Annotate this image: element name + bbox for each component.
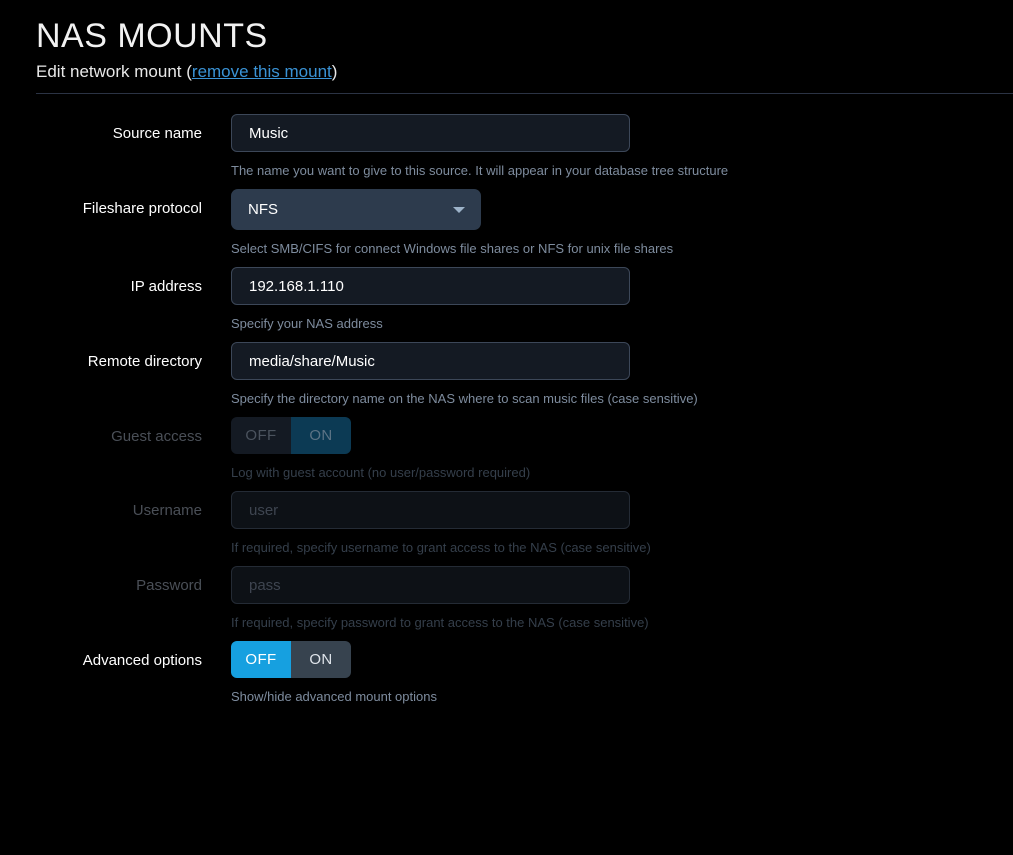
field-source-name: Source name The name you want to give to…: [0, 105, 1013, 180]
page-subtitle: Edit network mount (remove this mount): [36, 60, 1013, 84]
ip-address-input[interactable]: [231, 267, 630, 305]
password-input[interactable]: [231, 566, 630, 604]
ip-address-label: IP address: [130, 278, 202, 295]
ip-address-help: Specify your NAS address: [231, 316, 383, 331]
guest-access-help: Log with guest account (no user/password…: [231, 465, 531, 480]
field-username: Username If required, specify username t…: [0, 482, 1013, 557]
guest-access-toggle[interactable]: OFF ON: [231, 417, 351, 454]
page-title: NAS MOUNTS: [36, 17, 268, 55]
advanced-options-toggle[interactable]: OFF ON: [231, 641, 351, 678]
subtitle-suffix: ): [331, 62, 338, 81]
username-label: Username: [132, 502, 202, 519]
password-help: If required, specify password to grant a…: [231, 615, 649, 630]
field-password: Password If required, specify password t…: [0, 557, 1013, 632]
subtitle-prefix: Edit network mount (: [36, 62, 192, 81]
source-name-label: Source name: [112, 125, 202, 142]
header-divider: [36, 93, 1013, 94]
guest-access-label: Guest access: [111, 428, 202, 445]
field-ip-address: IP address Specify your NAS address: [0, 258, 1013, 333]
advanced-options-off-option[interactable]: OFF: [231, 641, 291, 678]
fileshare-protocol-label: Fileshare protocol: [82, 200, 202, 217]
remove-this-mount-link[interactable]: remove this mount: [192, 62, 332, 81]
guest-access-on-option[interactable]: ON: [291, 417, 351, 454]
field-fileshare-protocol: Fileshare protocol NFS Select SMB/CIFS f…: [0, 180, 1013, 258]
field-remote-directory: Remote directory Specify the directory n…: [0, 333, 1013, 408]
fileshare-protocol-select[interactable]: NFS: [231, 189, 481, 230]
source-name-help: The name you want to give to this source…: [231, 163, 729, 178]
field-advanced-options: Advanced options OFF ON Show/hide advanc…: [0, 632, 1013, 706]
advanced-options-on-option[interactable]: ON: [291, 641, 351, 678]
remote-directory-input[interactable]: [231, 342, 630, 380]
remote-directory-help: Specify the directory name on the NAS wh…: [231, 391, 698, 406]
guest-access-off-option[interactable]: OFF: [231, 417, 291, 454]
page-header: NAS MOUNTS Edit network mount (remove th…: [0, 0, 1013, 84]
advanced-options-label: Advanced options: [82, 652, 202, 669]
username-input[interactable]: [231, 491, 630, 529]
nas-mount-form: Source name The name you want to give to…: [0, 105, 1013, 706]
fileshare-protocol-help: Select SMB/CIFS for connect Windows file…: [231, 241, 674, 256]
nas-mounts-page: NAS MOUNTS Edit network mount (remove th…: [0, 0, 1013, 855]
remote-directory-label: Remote directory: [87, 353, 202, 370]
username-help: If required, specify username to grant a…: [231, 540, 651, 555]
advanced-options-help: Show/hide advanced mount options: [231, 689, 437, 704]
field-guest-access: Guest access OFF ON Log with guest accou…: [0, 408, 1013, 482]
fileshare-protocol-select-wrap: NFS: [231, 189, 481, 230]
source-name-input[interactable]: [231, 114, 630, 152]
password-label: Password: [136, 577, 202, 594]
